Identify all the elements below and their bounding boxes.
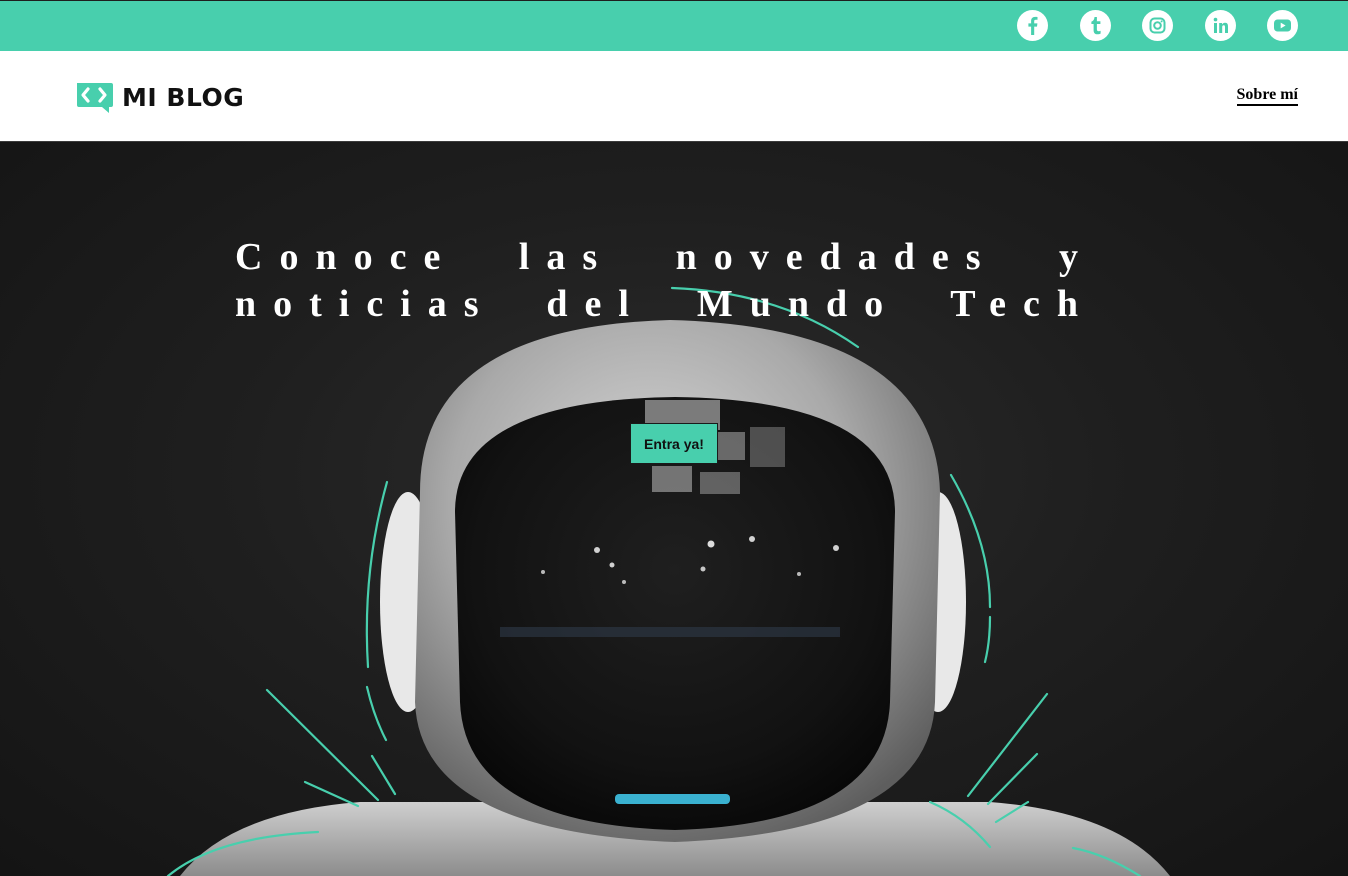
instagram-link[interactable]	[1142, 10, 1173, 41]
youtube-link[interactable]	[1267, 10, 1298, 41]
logo[interactable]: MI BLOG	[75, 81, 244, 114]
site-header: MI BLOG Sobre mí	[0, 51, 1348, 142]
facebook-link[interactable]	[1017, 10, 1048, 41]
tumblr-icon	[1091, 17, 1101, 35]
linkedin-link[interactable]	[1205, 10, 1236, 41]
code-chat-icon	[77, 83, 113, 113]
tumblr-link[interactable]	[1080, 10, 1111, 41]
linkedin-icon	[1213, 17, 1228, 33]
hero-title: Conoce las novedades y noticias del Mund…	[235, 236, 1095, 325]
instagram-icon	[1149, 17, 1166, 34]
facebook-icon	[1028, 16, 1038, 35]
cta-button[interactable]: Entra ya!	[630, 423, 718, 464]
hero-section: Conoce las novedades y noticias del Mund…	[0, 142, 1348, 876]
youtube-icon	[1274, 19, 1291, 32]
logo-text: MI BLOG	[122, 82, 245, 112]
social-bar	[0, 0, 1348, 51]
nav-about-link[interactable]: Sobre mí	[1236, 86, 1298, 106]
